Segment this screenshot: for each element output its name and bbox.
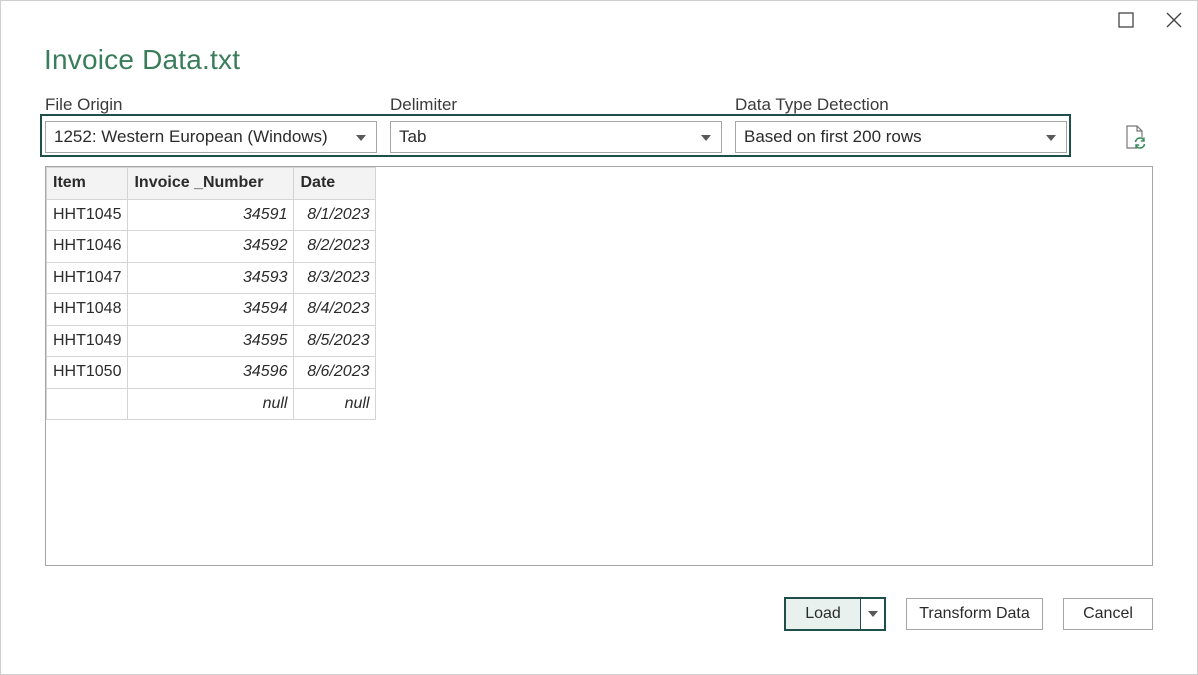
transform-data-button[interactable]: Transform Data: [906, 598, 1043, 630]
chevron-down-icon: [356, 135, 366, 141]
cell-item: HHT1046: [45, 230, 129, 263]
chevron-down-icon: [701, 135, 711, 141]
dialog-title: Invoice Data.txt: [44, 44, 241, 75]
file-origin-select[interactable]: 1252: Western European (Windows): [45, 121, 377, 153]
table-row: HHT1050 34596 8/6/2023: [45, 356, 377, 389]
cell-invoice-number: 34594: [127, 293, 295, 326]
load-button[interactable]: Load: [786, 599, 860, 629]
data-type-detection-select[interactable]: Based on first 200 rows: [735, 121, 1067, 153]
cell-date: null: [293, 387, 377, 420]
maximize-icon[interactable]: [1112, 8, 1140, 32]
column-header-invoice-number: Invoice _Number: [127, 167, 295, 200]
cell-invoice-number: 34593: [127, 261, 295, 294]
cancel-button[interactable]: Cancel: [1063, 598, 1153, 630]
close-icon[interactable]: [1160, 8, 1188, 32]
table-row: HHT1047 34593 8/3/2023: [45, 261, 377, 294]
data-type-detection-value: Based on first 200 rows: [744, 127, 922, 146]
delimiter-value: Tab: [399, 127, 427, 146]
column-header-date: Date: [293, 167, 377, 200]
delimiter-label: Delimiter: [390, 95, 458, 114]
table-row: null null: [45, 387, 377, 420]
file-origin-value: 1252: Western European (Windows): [54, 127, 328, 146]
cell-date: 8/3/2023: [293, 261, 377, 294]
cell-invoice-number: 34595: [127, 324, 295, 357]
load-split-button: Load: [784, 597, 886, 631]
column-header-item: Item: [45, 167, 129, 200]
cell-item: HHT1050: [45, 356, 129, 389]
cell-invoice-number: 34591: [127, 198, 295, 231]
table-row: HHT1049 34595 8/5/2023: [45, 324, 377, 357]
delimiter-select[interactable]: Tab: [390, 121, 722, 153]
refresh-document-icon[interactable]: [1122, 124, 1150, 152]
load-options-dropdown[interactable]: [860, 599, 884, 629]
file-origin-label: File Origin: [45, 95, 123, 114]
cell-invoice-number: 34592: [127, 230, 295, 263]
cell-invoice-number: null: [127, 387, 295, 420]
table-row: HHT1048 34594 8/4/2023: [45, 293, 377, 326]
cell-date: 8/6/2023: [293, 356, 377, 389]
cell-item: HHT1045: [45, 198, 129, 231]
cell-item: HHT1049: [45, 324, 129, 357]
data-type-detection-label: Data Type Detection: [735, 95, 889, 114]
cell-date: 8/5/2023: [293, 324, 377, 357]
table-row: HHT1046 34592 8/2/2023: [45, 230, 377, 263]
cell-item: HHT1047: [45, 261, 129, 294]
table-row: HHT1045 34591 8/1/2023: [45, 198, 377, 231]
chevron-down-icon: [1046, 135, 1056, 141]
cell-date: 8/1/2023: [293, 198, 377, 231]
table-header-row: Item Invoice _Number Date: [45, 167, 377, 200]
chevron-down-icon: [868, 611, 878, 617]
cell-date: 8/2/2023: [293, 230, 377, 263]
cell-date: 8/4/2023: [293, 293, 377, 326]
preview-table: Item Invoice _Number Date HHT1045 34591 …: [45, 167, 377, 420]
data-preview-pane[interactable]: Item Invoice _Number Date HHT1045 34591 …: [45, 166, 1153, 566]
cell-invoice-number: 34596: [127, 356, 295, 389]
cell-item: [45, 387, 129, 420]
cell-item: HHT1048: [45, 293, 129, 326]
